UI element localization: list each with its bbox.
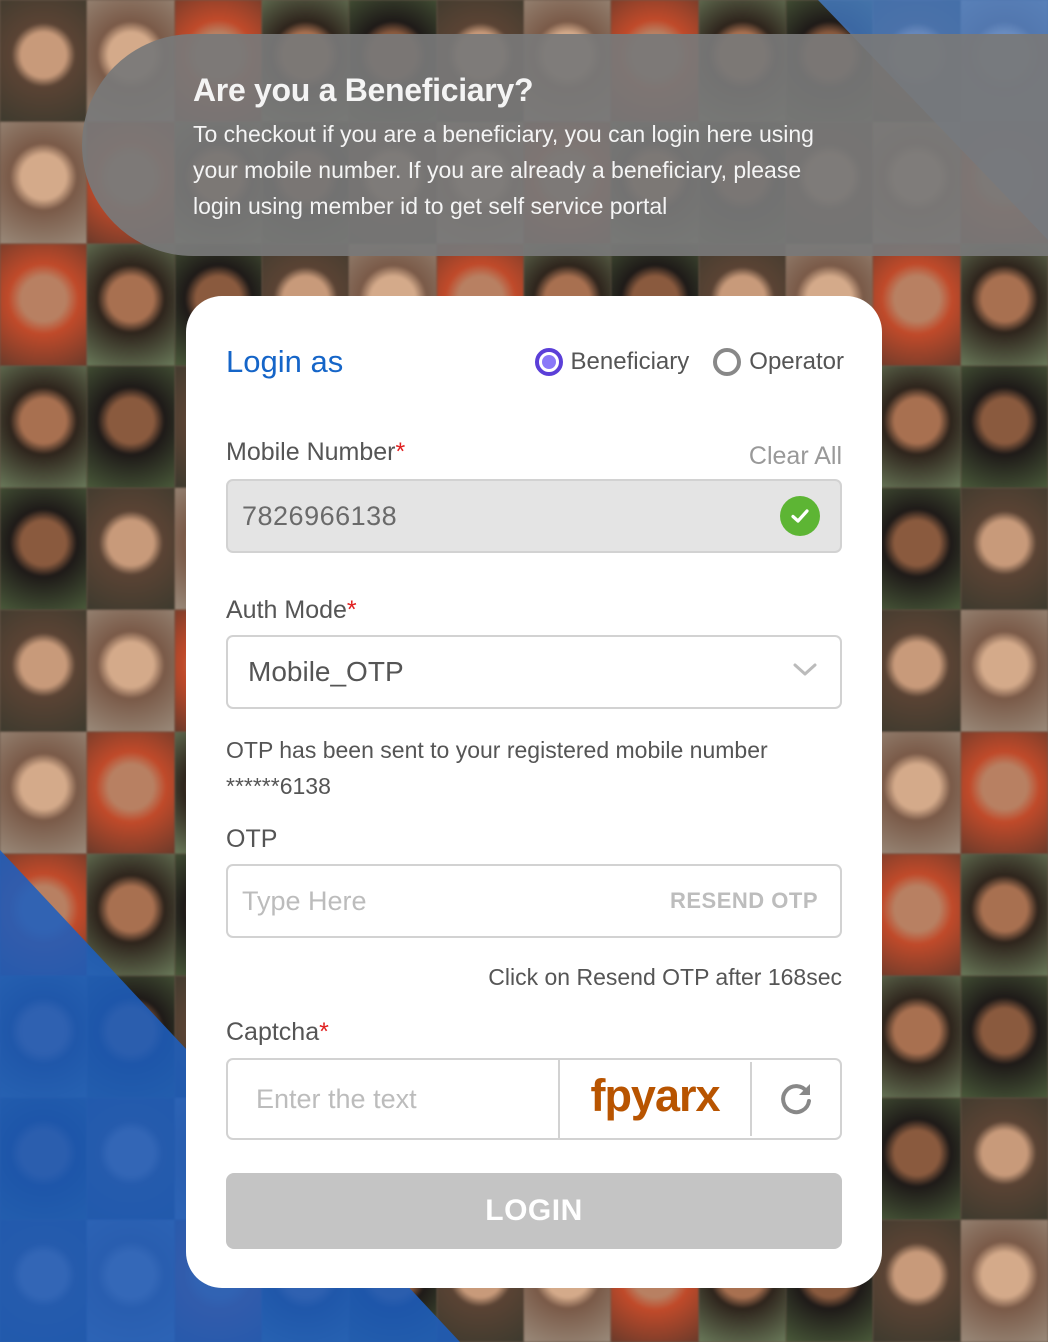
radio-unchecked-icon[interactable] — [713, 348, 742, 376]
background-photo-tile — [873, 488, 961, 610]
banner-title: Are you a Beneficiary? — [193, 72, 534, 108]
background-photo-tile — [960, 732, 1048, 854]
mobile-number-label-text: Mobile Number — [226, 438, 396, 466]
background-photo-tile — [873, 244, 961, 366]
background-photo-tile — [0, 0, 88, 122]
background-photo-tile — [0, 732, 88, 854]
auth-mode-selected-value[interactable]: Mobile_OTP — [228, 656, 792, 688]
mobile-number-field[interactable]: 7826966138 — [226, 479, 842, 553]
required-asterisk: * — [346, 596, 357, 624]
radio-beneficiary[interactable]: Beneficiary — [534, 348, 690, 376]
background-photo-tile — [873, 976, 961, 1098]
login-as-row: Login as Beneficiary Operator — [226, 342, 844, 382]
background-photo-tile — [960, 610, 1048, 732]
login-as-title: Login as — [226, 344, 344, 379]
background-photo-tile — [87, 732, 175, 854]
otp-sent-text: OTP has been sent to your registered mob… — [226, 737, 768, 763]
background-photo-tile — [0, 610, 88, 732]
mobile-number-value[interactable]: 7826966138 — [228, 501, 780, 532]
background-photo-tile — [0, 122, 88, 244]
radio-operator-label[interactable]: Operator — [749, 348, 844, 376]
mobile-number-label: Mobile Number* — [226, 438, 405, 467]
required-asterisk: * — [319, 1018, 329, 1046]
background-photo-tile — [873, 1220, 961, 1342]
background-photo-tile — [87, 488, 175, 610]
background-photo-tile — [960, 366, 1048, 488]
background-photo-tile — [87, 366, 175, 488]
background-photo-tile — [960, 854, 1048, 976]
otp-field: RESEND OTP — [226, 864, 842, 938]
beneficiary-info-banner: Are you a Beneficiary? To checkout if yo… — [82, 34, 1048, 256]
otp-sent-message: OTP has been sent to your registered mob… — [226, 732, 768, 804]
auth-mode-label-text: Auth Mode — [226, 596, 347, 624]
login-card: Login as Beneficiary Operator Mobile Num… — [186, 296, 882, 1288]
auth-mode-label: Auth Mode* — [226, 596, 357, 625]
radio-operator[interactable]: Operator — [713, 348, 844, 376]
login-button[interactable]: LOGIN — [226, 1173, 842, 1249]
role-radio-group: Beneficiary Operator — [534, 348, 844, 376]
chevron-down-icon[interactable] — [792, 662, 818, 683]
captcha-image: fpyarx — [590, 1070, 720, 1121]
background-photo-tile — [87, 610, 175, 732]
background-photo-tile — [960, 976, 1048, 1098]
captcha-label-text: Captcha — [226, 1018, 320, 1046]
background-photo-tile — [873, 854, 961, 976]
refresh-icon[interactable] — [752, 1080, 840, 1118]
check-circle-icon — [780, 496, 820, 536]
background-photo-tile — [873, 610, 961, 732]
auth-mode-select[interactable]: Mobile_OTP — [226, 635, 842, 709]
background-photo-tile — [0, 488, 88, 610]
background-photo-tile — [960, 1098, 1048, 1220]
background-photo-tile — [960, 488, 1048, 610]
banner-description: To checkout if you are a beneficiary, yo… — [193, 121, 814, 219]
background-photo-tile — [873, 732, 961, 854]
captcha-input[interactable] — [228, 1082, 558, 1116]
resend-otp-button[interactable]: RESEND OTP — [670, 888, 818, 914]
otp-label: OTP — [226, 825, 278, 853]
radio-checked-icon[interactable] — [534, 348, 563, 376]
masked-mobile-number: ******6138 — [226, 773, 331, 799]
background-photo-tile — [960, 1220, 1048, 1342]
required-asterisk: * — [395, 438, 406, 466]
radio-beneficiary-label[interactable]: Beneficiary — [571, 348, 690, 376]
captcha-field: fpyarx — [226, 1058, 842, 1140]
captcha-label: Captcha* — [226, 1018, 329, 1047]
background-photo-tile — [0, 244, 88, 366]
clear-all-link[interactable]: Clear All — [749, 442, 842, 471]
background-photo-tile — [873, 366, 961, 488]
otp-input[interactable] — [228, 884, 670, 918]
background-photo-tile — [873, 1098, 961, 1220]
resend-otp-timer: Click on Resend OTP after 168sec — [488, 964, 842, 990]
background-photo-tile — [960, 244, 1048, 366]
background-photo-tile — [87, 244, 175, 366]
background-photo-tile — [0, 366, 88, 488]
